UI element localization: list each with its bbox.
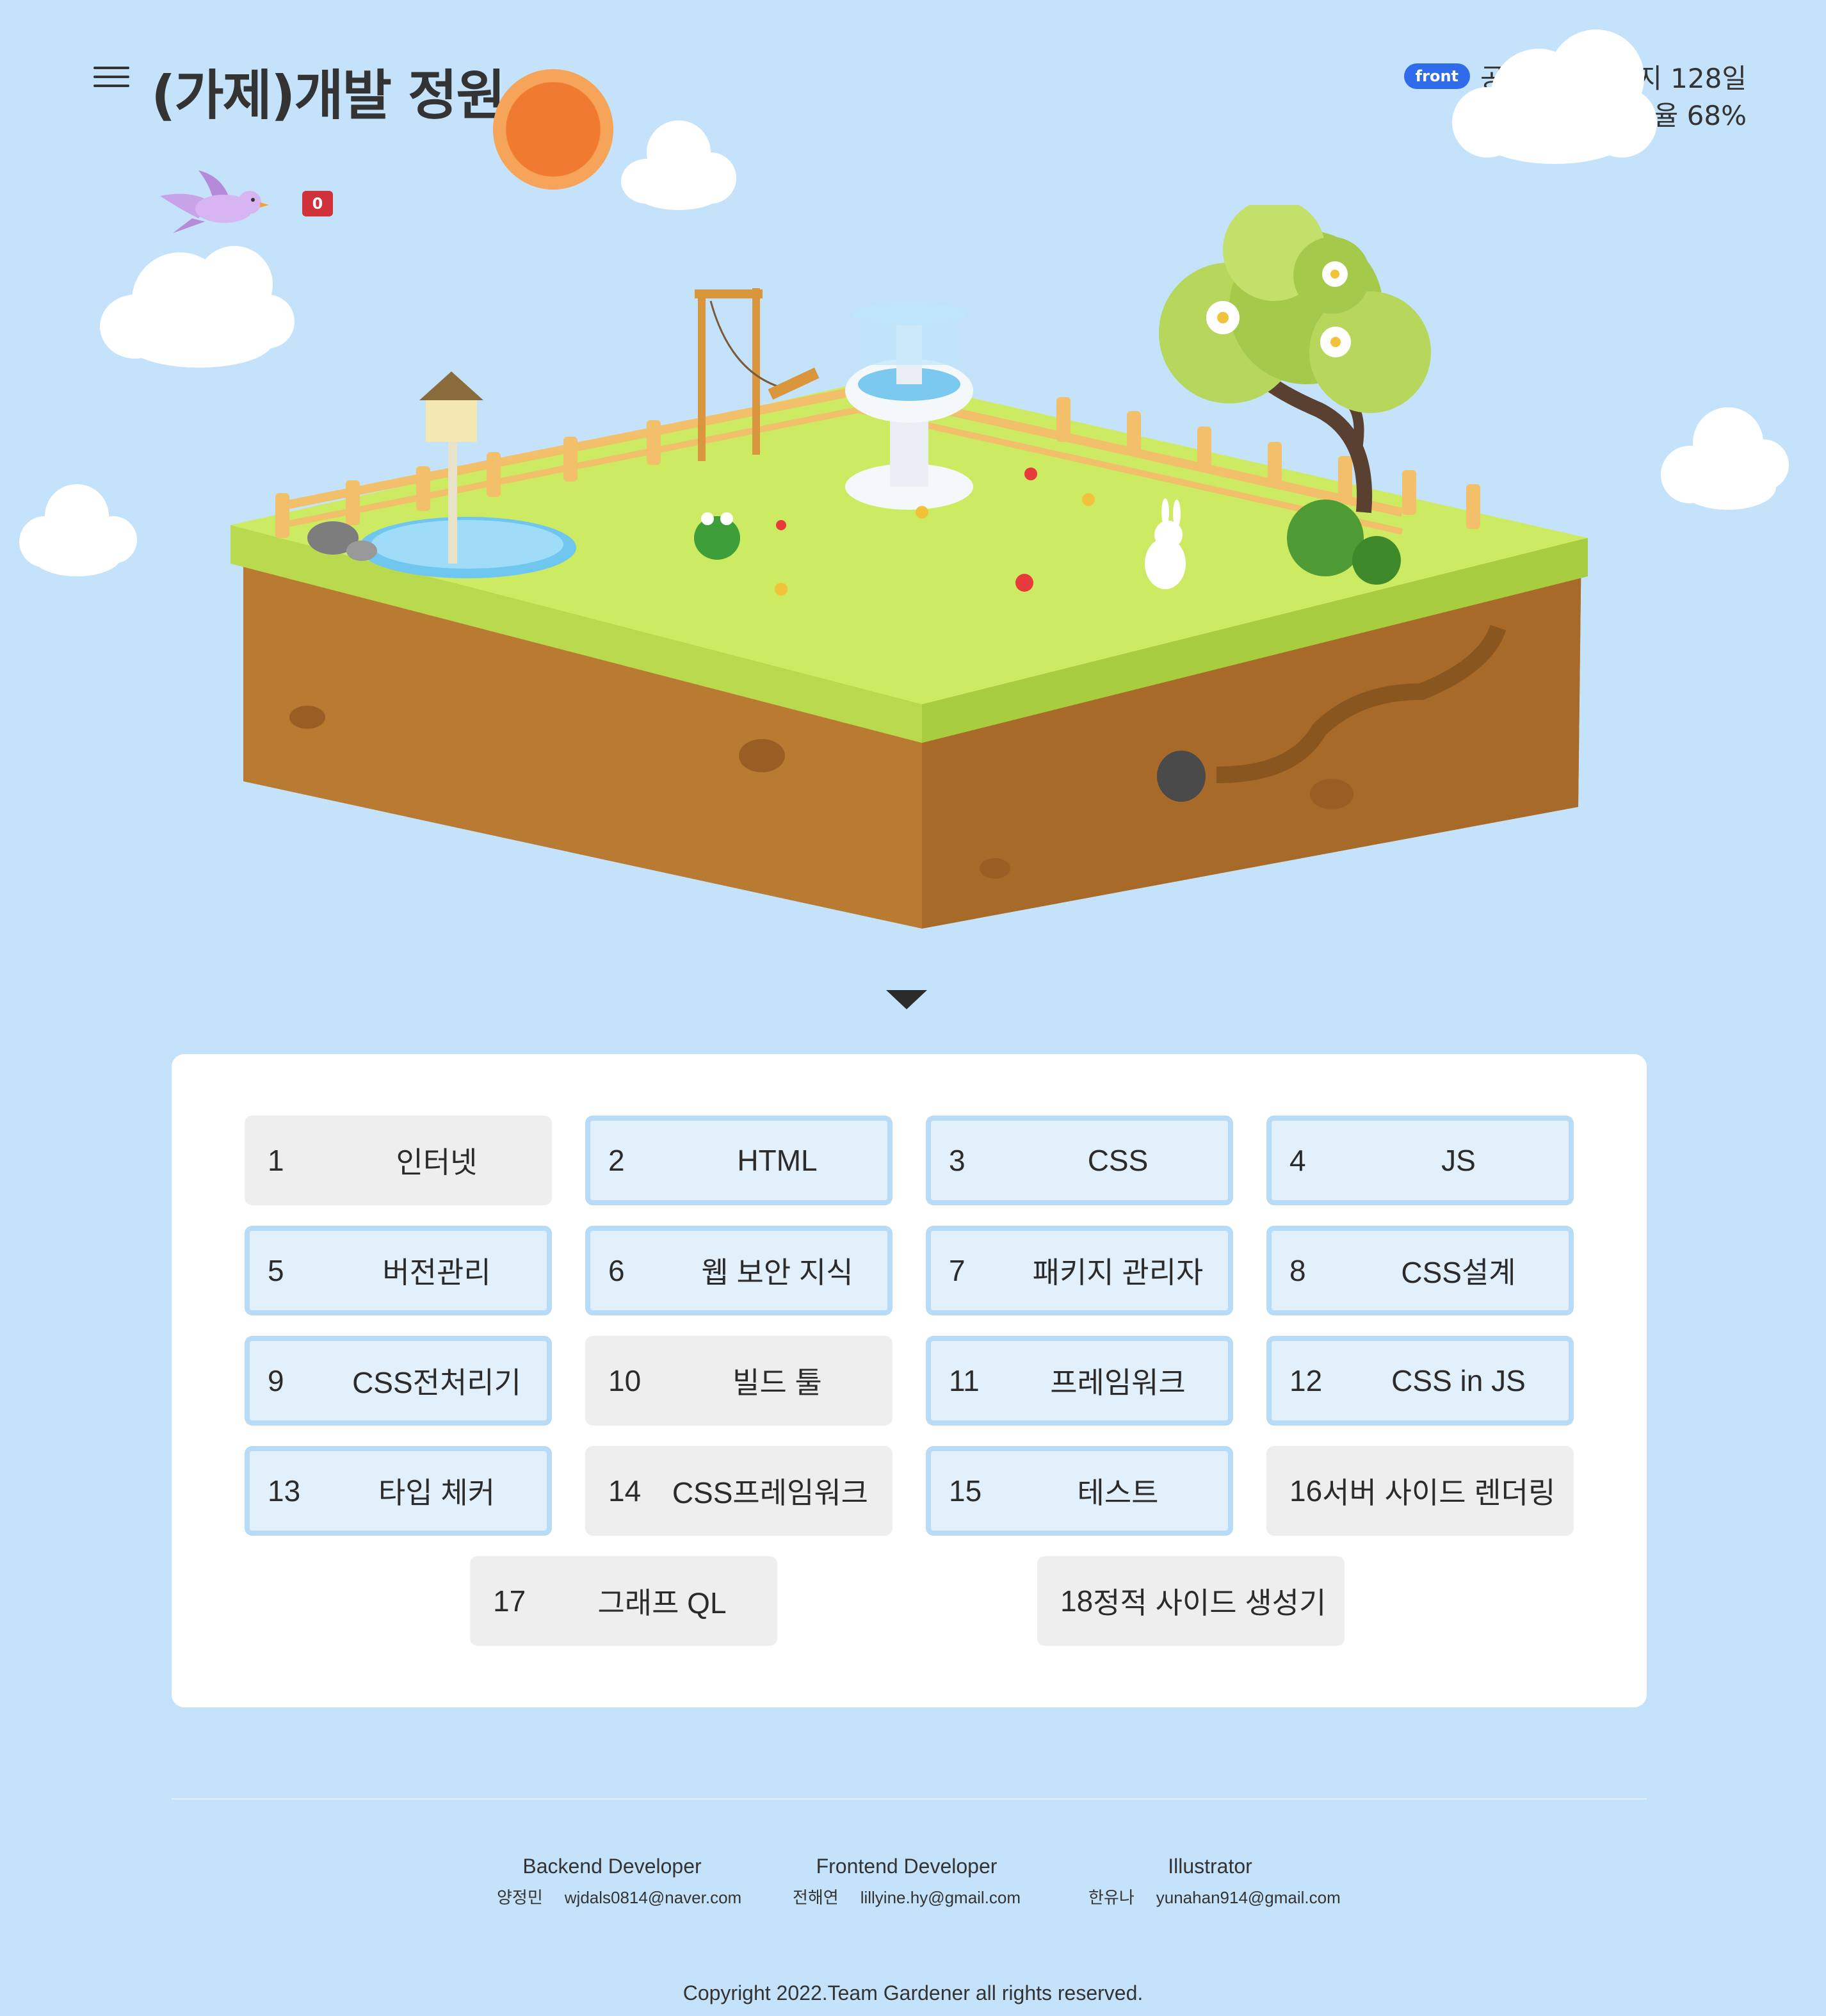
card-number: 17 xyxy=(493,1584,526,1618)
card-label: 타입 체커 xyxy=(378,1476,496,1509)
credit-email[interactable]: yunahan914@gmail.com xyxy=(1156,1888,1341,1907)
curriculum-card-11[interactable]: 11 프레임워크 xyxy=(926,1336,1233,1426)
curriculum-panel: 1 인터넷 2 HTML 3 CSS 4 JS 5 버전관리 6 웹 보안 지식 7 패키지 … xyxy=(172,1054,1647,1707)
credit-role: Illustrator xyxy=(1168,1855,1252,1878)
copyright-text: Copyright 2022.Team Gardener all rights … xyxy=(683,1981,1143,2004)
card-number: 12 xyxy=(1289,1364,1323,1397)
curriculum-card-7[interactable]: 7 패키지 관리자 xyxy=(926,1226,1233,1315)
credit-backend: Backend Developer 양정민 wjdals0814@naver.co… xyxy=(497,1855,741,1908)
card-number: 15 xyxy=(949,1474,982,1508)
credit-role: Frontend Developer xyxy=(816,1855,998,1878)
credit-name: 양정민 xyxy=(497,1888,543,1907)
curriculum-card-8[interactable]: 8 CSS설계 xyxy=(1266,1226,1574,1315)
scroll-down-icon[interactable] xyxy=(886,990,927,1009)
card-number: 10 xyxy=(608,1364,642,1397)
menu-icon[interactable] xyxy=(93,67,129,96)
curriculum-card-5[interactable]: 5 버전관리 xyxy=(245,1226,552,1315)
card-label: 정적 사이드 생성기 xyxy=(1093,1586,1327,1620)
credit-illustrator: Illustrator 한유나 yunahan914@gmail.com xyxy=(1088,1855,1341,1908)
credit-name: 한유나 xyxy=(1088,1888,1135,1907)
card-label: CSS프레임워크 xyxy=(672,1476,868,1509)
card-label: 빌드 툴 xyxy=(732,1366,822,1399)
cloud-decoration xyxy=(19,484,137,576)
card-number: 8 xyxy=(1289,1254,1306,1287)
credit-email[interactable]: wjdals0814@naver.com xyxy=(565,1888,741,1907)
curriculum-card-13[interactable]: 13 타입 체커 xyxy=(245,1446,552,1536)
card-label: HTML xyxy=(737,1144,818,1177)
card-label: CSS설계 xyxy=(1401,1256,1516,1289)
cloud-decoration xyxy=(1452,29,1657,164)
garden-illustration xyxy=(230,205,1588,929)
card-number: 11 xyxy=(949,1364,980,1397)
curriculum-card-18[interactable]: 18 정적 사이드 생성기 xyxy=(1037,1556,1345,1646)
curriculum-card-2[interactable]: 2 HTML xyxy=(585,1116,893,1205)
curriculum-card-15[interactable]: 15 테스트 xyxy=(926,1446,1233,1536)
card-label: 테스트 xyxy=(1077,1476,1159,1509)
curriculum-card-4[interactable]: 4 JS xyxy=(1266,1116,1574,1205)
card-label: 그래프 QL xyxy=(597,1586,727,1620)
card-number: 16 xyxy=(1289,1474,1323,1508)
card-label: JS xyxy=(1441,1144,1476,1177)
curriculum-card-9[interactable]: 9 CSS전처리기 xyxy=(245,1336,552,1426)
curriculum-card-16[interactable]: 16 서버 사이드 렌더링 xyxy=(1266,1446,1574,1536)
card-number: 6 xyxy=(608,1254,625,1287)
card-label: CSS xyxy=(1087,1144,1149,1177)
card-number: 2 xyxy=(608,1144,625,1177)
card-number: 1 xyxy=(268,1144,284,1177)
card-number: 14 xyxy=(608,1474,642,1508)
curriculum-card-1[interactable]: 1 인터넷 xyxy=(245,1116,552,1205)
footer-divider xyxy=(172,1798,1647,1800)
curriculum-card-3[interactable]: 3 CSS xyxy=(926,1116,1233,1205)
card-number: 5 xyxy=(268,1254,284,1287)
credit-name: 전해연 xyxy=(792,1888,839,1907)
card-number: 3 xyxy=(949,1144,966,1177)
cloud-decoration xyxy=(1661,407,1789,510)
card-label: CSS전처리기 xyxy=(352,1366,521,1399)
curriculum-card-6[interactable]: 6 웹 보안 지식 xyxy=(585,1226,893,1315)
card-label: 프레임워크 xyxy=(1050,1366,1186,1399)
card-number: 13 xyxy=(268,1474,301,1508)
card-label: 인터넷 xyxy=(396,1146,478,1179)
site-title: (가제)개발 정원 xyxy=(151,64,506,127)
card-label: 웹 보안 지식 xyxy=(701,1256,853,1289)
credit-frontend: Frontend Developer 전해연 lillyine.hy@gmail.… xyxy=(791,1855,1022,1908)
curriculum-card-17[interactable]: 17 그래프 QL xyxy=(470,1556,777,1646)
card-label: 패키지 관리자 xyxy=(1032,1256,1204,1289)
curriculum-card-14[interactable]: 14 CSS프레임워크 xyxy=(585,1446,893,1536)
cloud-decoration xyxy=(621,120,736,210)
card-number: 9 xyxy=(268,1364,284,1397)
curriculum-card-12[interactable]: 12 CSS in JS xyxy=(1266,1336,1574,1426)
card-number: 18 xyxy=(1060,1584,1094,1618)
credit-email[interactable]: lillyine.hy@gmail.com xyxy=(860,1888,1021,1907)
credit-role: Backend Developer xyxy=(522,1855,702,1878)
card-label: 서버 사이드 렌더링 xyxy=(1322,1476,1556,1509)
card-number: 4 xyxy=(1289,1144,1306,1177)
sun-illustration xyxy=(493,69,613,190)
card-number: 7 xyxy=(949,1254,966,1287)
card-label: CSS in JS xyxy=(1391,1364,1526,1397)
card-label: 버전관리 xyxy=(382,1256,491,1289)
curriculum-card-10[interactable]: 10 빌드 툴 xyxy=(585,1336,893,1426)
